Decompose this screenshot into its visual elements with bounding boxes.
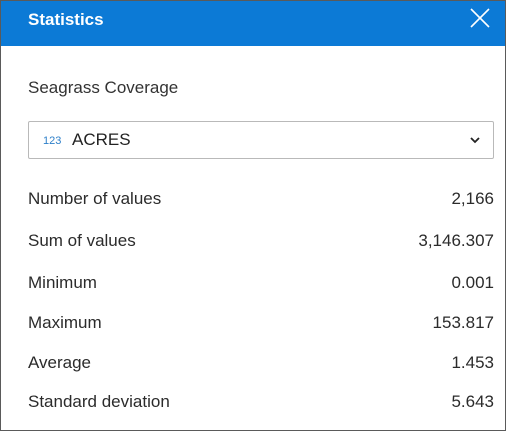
stat-value: 1.453 xyxy=(451,353,494,372)
stat-label: Average xyxy=(28,353,92,372)
stat-label: Sum of values xyxy=(28,231,136,250)
number-field-icon: 123 xyxy=(43,135,62,147)
chevron-down-icon xyxy=(470,137,480,144)
close-button[interactable] xyxy=(469,7,491,29)
stat-row-maximum: Maximum 153.817 xyxy=(28,311,494,335)
close-icon xyxy=(470,8,490,28)
stat-label: Maximum xyxy=(28,313,102,332)
stat-row-count: Number of values 2,166 xyxy=(28,187,494,211)
stat-value: 3,146.307 xyxy=(418,231,494,250)
stat-value: 2,166 xyxy=(451,189,494,208)
stat-label: Minimum xyxy=(28,273,97,292)
stat-row-average: Average 1.453 xyxy=(28,351,494,375)
stat-value: 0.001 xyxy=(451,273,494,292)
stat-value: 153.817 xyxy=(432,313,494,332)
stat-value: 5.643 xyxy=(451,392,494,411)
panel-title: Statistics xyxy=(28,10,104,29)
stat-row-stddev: Standard deviation 5.643 xyxy=(28,390,494,414)
stat-label: Number of values xyxy=(28,189,162,208)
panel-header: Statistics xyxy=(1,1,505,46)
field-select[interactable]: 123 ACRES xyxy=(28,121,494,159)
layer-name: Seagrass Coverage xyxy=(28,78,179,97)
stat-row-sum: Sum of values 3,146.307 xyxy=(28,229,494,253)
field-select-value: ACRES xyxy=(72,130,131,149)
stat-label: Standard deviation xyxy=(28,392,170,411)
statistics-panel: Statistics Seagrass Coverage 123 ACRES N… xyxy=(0,0,506,431)
stat-row-minimum: Minimum 0.001 xyxy=(28,271,494,295)
